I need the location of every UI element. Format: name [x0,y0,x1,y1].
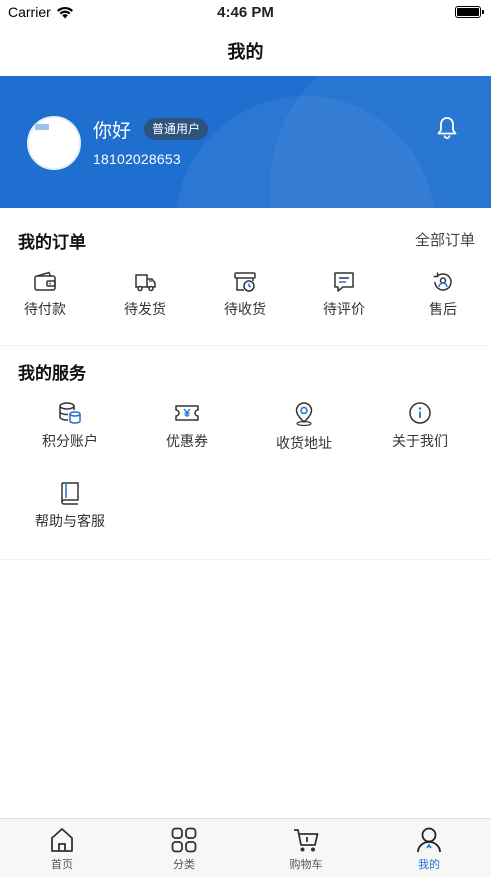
grid-icon [171,827,197,853]
home-icon [51,828,73,852]
tab-bar: 首页 分类 购物车 我的 [0,818,491,877]
order-pending-payment[interactable]: 待付款 [0,271,90,319]
service-points-account[interactable]: 积分账户 [25,401,115,451]
service-coupons[interactable]: 优惠券 [142,401,232,451]
tab-label: 购物车 [289,858,323,871]
bell-icon[interactable] [436,116,458,140]
coupon-icon [175,405,199,421]
info-icon [409,402,431,424]
user-greeting: 你好 [93,120,132,142]
tab-category[interactable]: 分类 [139,826,229,872]
status-time: 4:46 PM [217,4,274,21]
tab-label: 首页 [51,858,73,871]
user-icon [417,827,441,853]
package-clock-icon [234,272,256,292]
comment-icon [334,272,354,292]
service-item-label: 关于我们 [392,434,448,450]
order-item-label: 待付款 [24,302,66,318]
order-pending-shipment[interactable]: 待发货 [100,271,190,319]
location-pin-icon [295,402,313,427]
tab-cart[interactable]: 购物车 [261,826,351,872]
nav-bar: 我的 [0,26,491,76]
truck-icon [135,274,156,292]
user-level-badge: 普通用户 [144,118,209,140]
order-item-label: 待评价 [323,302,365,318]
service-item-label: 优惠券 [166,434,208,450]
all-orders-link[interactable]: 全部订单 [415,229,475,250]
orders-title: 我的订单 [18,233,86,253]
tab-mine[interactable]: 我的 [384,826,474,872]
service-about-us[interactable]: 关于我们 [375,401,465,451]
battery-icon [455,6,484,18]
avatar[interactable] [27,116,81,170]
page-title: 我的 [227,42,264,63]
wallet-icon [34,271,56,291]
service-item-label: 收货地址 [276,436,332,452]
profile-banner: 你好 普通用户 18102028653 [0,76,491,208]
tab-home[interactable]: 首页 [17,826,107,872]
cart-icon [294,829,319,852]
tab-label: 分类 [173,858,195,871]
order-pending-review[interactable]: 待评价 [299,271,389,319]
order-after-sales[interactable]: 售后 [398,271,488,319]
service-item-label: 帮助与客服 [35,514,105,530]
order-item-label: 待收货 [224,302,266,318]
book-icon [61,482,79,505]
services-section: 我的服务 积分账户 优惠券 收货地址 关于我们 帮助与客服 [0,346,491,560]
refresh-user-icon [433,272,452,291]
status-bar: Carrier 4:46 PM [0,0,491,26]
service-help-support[interactable]: 帮助与客服 [25,481,115,531]
user-phone: 18102028653 [93,151,181,167]
orders-section: 我的订单 全部订单 待付款 待发货 待收货 待评价 售后 [0,208,491,346]
services-title: 我的服务 [18,364,86,384]
order-item-label: 售后 [429,302,457,318]
service-item-label: 积分账户 [42,434,98,450]
order-item-label: 待发货 [124,302,166,318]
tab-label: 我的 [418,858,440,871]
coins-icon [59,402,81,424]
service-shipping-address[interactable]: 收货地址 [259,401,349,453]
order-pending-receipt[interactable]: 待收货 [200,271,290,319]
